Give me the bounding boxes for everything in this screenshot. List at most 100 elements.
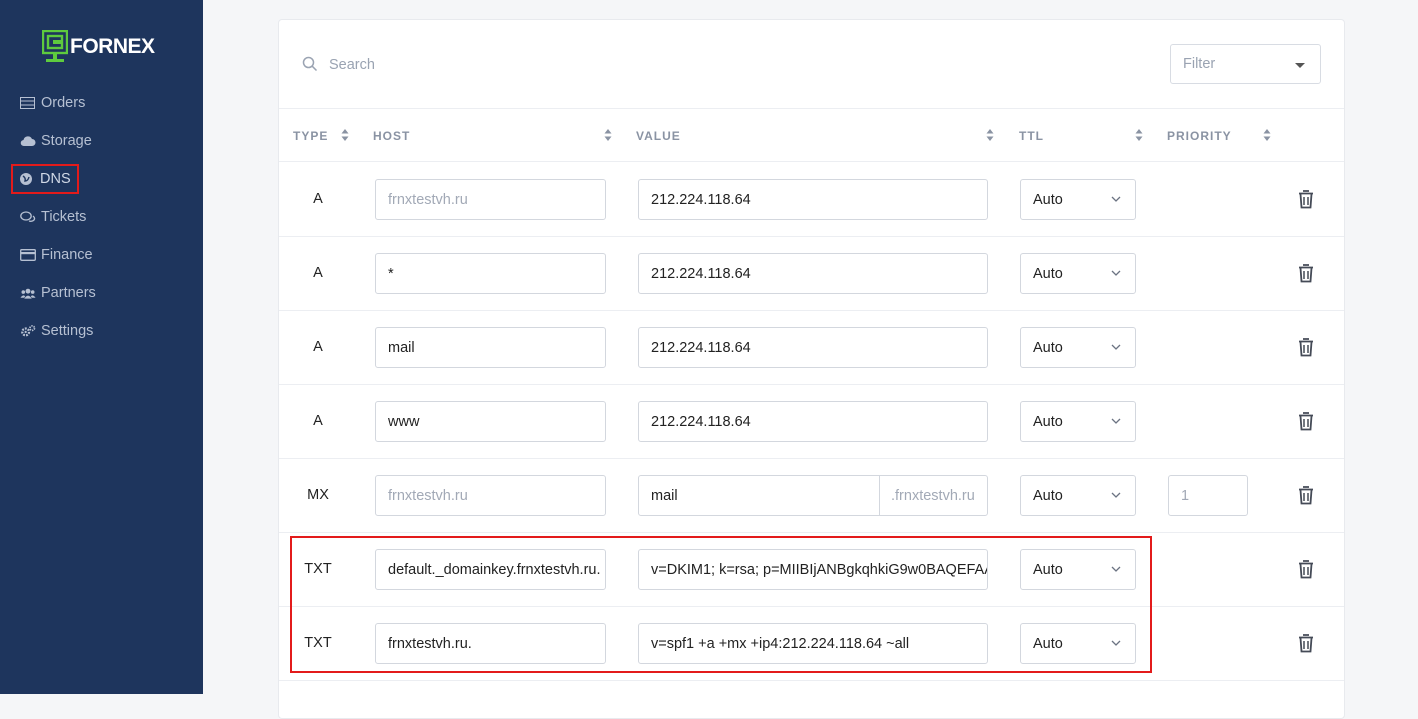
ttl-value: Auto: [1033, 561, 1063, 578]
sidebar-item-partners[interactable]: Partners: [18, 280, 98, 306]
sidebar-item-label: Finance: [41, 247, 93, 263]
table-row: A mail 212.224.118.64 Auto: [279, 311, 1344, 385]
list-icon: [20, 96, 36, 110]
brand-name: FORNEX: [70, 35, 155, 58]
sidebar-item-storage[interactable]: Storage: [18, 128, 94, 154]
priority-input[interactable]: 1: [1168, 475, 1248, 516]
sort-icon[interactable]: [986, 128, 994, 142]
filter-select[interactable]: Filter: [1170, 44, 1321, 84]
ttl-select[interactable]: Auto: [1020, 549, 1136, 590]
dns-records-card: Filter TYPE HOST VALUE TTL PRIORITY A fr…: [278, 19, 1345, 719]
chevron-down-icon: [1111, 566, 1121, 572]
table-row: TXT frnxtestvh.ru. v=spf1 +a +mx +ip4:21…: [279, 607, 1344, 681]
search-input[interactable]: [327, 52, 1027, 78]
filter-placeholder: Filter: [1183, 56, 1216, 72]
value-domain-suffix: .frnxtestvh.ru: [879, 475, 988, 516]
card-icon: [20, 248, 36, 262]
chevron-down-icon: [1111, 418, 1121, 424]
search-icon: [302, 56, 318, 72]
gears-icon: [20, 324, 36, 338]
record-type: TXT: [304, 635, 332, 651]
value-input[interactable]: 212.224.118.64: [638, 253, 988, 294]
chevron-down-icon: [1111, 492, 1121, 498]
trash-icon[interactable]: [1297, 189, 1315, 209]
trash-icon[interactable]: [1297, 263, 1315, 283]
column-header-ttl[interactable]: TTL: [1019, 129, 1044, 143]
record-type: A: [313, 265, 323, 281]
sidebar-item-label: Tickets: [41, 209, 87, 225]
ttl-value: Auto: [1033, 487, 1063, 504]
column-header-priority[interactable]: PRIORITY: [1167, 129, 1232, 143]
table-row: TXT default._domainkey.frnxtestvh.ru. v=…: [279, 533, 1344, 607]
sidebar-item-finance[interactable]: Finance: [18, 242, 95, 268]
host-input[interactable]: mail: [375, 327, 606, 368]
value-input[interactable]: 212.224.118.64: [638, 179, 988, 220]
users-icon: [20, 286, 36, 300]
host-input[interactable]: frnxtestvh.ru: [375, 179, 606, 220]
ttl-select[interactable]: Auto: [1020, 179, 1136, 220]
trash-icon[interactable]: [1297, 485, 1315, 505]
fornex-logo-icon: [42, 30, 68, 62]
table-row: A frnxtestvh.ru 212.224.118.64 Auto: [279, 163, 1344, 237]
sidebar: FORNEX Orders Storage DNS Tickets Financ…: [0, 0, 203, 694]
ttl-select[interactable]: Auto: [1020, 475, 1136, 516]
sidebar-item-orders[interactable]: Orders: [18, 90, 87, 116]
sidebar-item-label: Orders: [41, 95, 86, 111]
ttl-select[interactable]: Auto: [1020, 253, 1136, 294]
sort-icon[interactable]: [1135, 128, 1143, 142]
trash-icon[interactable]: [1297, 559, 1315, 579]
table-row: A * 212.224.118.64 Auto: [279, 237, 1344, 311]
host-input[interactable]: *: [375, 253, 606, 294]
ttl-select[interactable]: Auto: [1020, 401, 1136, 442]
sort-icon[interactable]: [604, 128, 612, 142]
trash-icon[interactable]: [1297, 633, 1315, 653]
chevron-down-icon: [1111, 640, 1121, 646]
sort-icon[interactable]: [1263, 128, 1271, 142]
trash-icon[interactable]: [1297, 337, 1315, 357]
host-input[interactable]: frnxtestvh.ru.: [375, 623, 606, 664]
record-type: TXT: [304, 561, 332, 577]
record-type: A: [313, 191, 323, 207]
column-header-type[interactable]: TYPE: [293, 129, 328, 143]
ttl-value: Auto: [1033, 265, 1063, 282]
sidebar-item-tickets[interactable]: Tickets: [18, 204, 88, 230]
brand-logo[interactable]: FORNEX: [42, 30, 155, 64]
value-input[interactable]: mail: [638, 475, 880, 516]
value-input[interactable]: 212.224.118.64: [638, 327, 988, 368]
chevron-down-icon: [1111, 270, 1121, 276]
value-input[interactable]: v=DKIM1; k=rsa; p=MIIBIjANBgkqhkiG9w0BAQ…: [638, 549, 988, 590]
value-input[interactable]: 212.224.118.64: [638, 401, 988, 442]
table-header: TYPE HOST VALUE TTL PRIORITY: [279, 109, 1344, 162]
sidebar-item-label: Storage: [41, 133, 92, 149]
cloud-icon: [20, 134, 36, 148]
ttl-value: Auto: [1033, 413, 1063, 430]
search-bar: Filter: [279, 20, 1344, 109]
record-type: MX: [307, 487, 329, 503]
ttl-select[interactable]: Auto: [1020, 623, 1136, 664]
ttl-value: Auto: [1033, 191, 1063, 208]
ttl-select[interactable]: Auto: [1020, 327, 1136, 368]
value-input[interactable]: v=spf1 +a +mx +ip4:212.224.118.64 ~all: [638, 623, 988, 664]
table-row: MX frnxtestvh.ru mail .frnxtestvh.ru Aut…: [279, 459, 1344, 533]
record-type: A: [313, 413, 323, 429]
sort-icon[interactable]: [341, 128, 349, 142]
sidebar-item-dns[interactable]: DNS: [11, 164, 79, 194]
chevron-down-icon: [1111, 344, 1121, 350]
chat-icon: [20, 210, 36, 224]
trash-icon[interactable]: [1297, 411, 1315, 431]
column-header-value[interactable]: VALUE: [636, 129, 681, 143]
host-input[interactable]: www: [375, 401, 606, 442]
sidebar-item-label: DNS: [40, 171, 71, 187]
host-input[interactable]: frnxtestvh.ru: [375, 475, 606, 516]
chevron-down-icon: [1111, 196, 1121, 202]
ttl-value: Auto: [1033, 339, 1063, 356]
ttl-value: Auto: [1033, 635, 1063, 652]
globe-icon: [19, 172, 35, 186]
column-header-host[interactable]: HOST: [373, 129, 410, 143]
sidebar-item-label: Partners: [41, 285, 96, 301]
sidebar-item-label: Settings: [41, 323, 94, 339]
host-input[interactable]: default._domainkey.frnxtestvh.ru.: [375, 549, 606, 590]
record-type: A: [313, 339, 323, 355]
table-row: A www 212.224.118.64 Auto: [279, 385, 1344, 459]
sidebar-item-settings[interactable]: Settings: [18, 318, 95, 344]
